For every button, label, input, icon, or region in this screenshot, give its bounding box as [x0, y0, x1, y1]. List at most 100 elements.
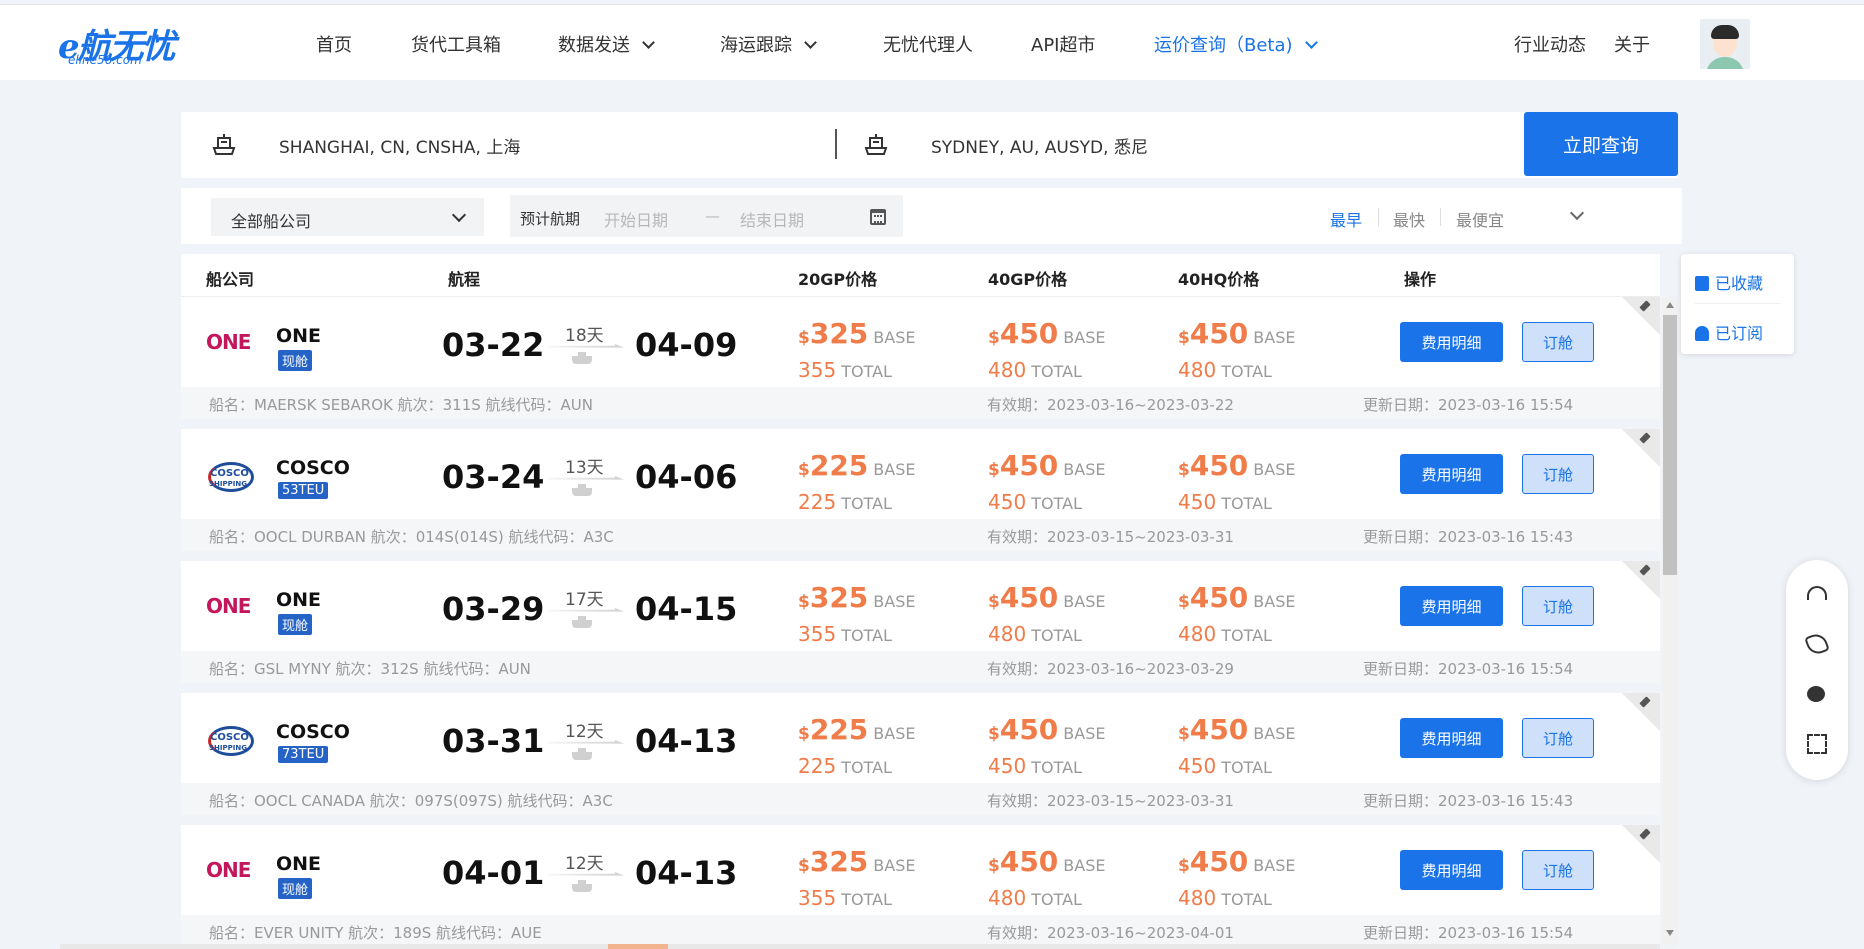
nav-api-market[interactable]: API超市 [1031, 31, 1095, 57]
headset-icon[interactable] [1807, 586, 1827, 600]
cosco-logo: COSCO SHIPPING [206, 462, 256, 496]
nav-ocean-tracking[interactable]: 海运跟踪 [720, 31, 817, 57]
arrival-date: 04-13 [635, 722, 738, 760]
chevron-down-icon [451, 207, 467, 223]
carrier-name: COSCO [276, 721, 350, 743]
subscribed-link[interactable]: 已订阅 [1695, 320, 1763, 344]
search-divider [835, 129, 837, 159]
nav-data-send-label: 数据发送 [558, 35, 630, 56]
price-40gp-base: $450 BASE [988, 845, 1106, 878]
nav-home[interactable]: 首页 [316, 31, 352, 57]
search-button[interactable]: 立即查询 [1524, 112, 1678, 176]
price-20gp-base: $225 BASE [798, 713, 916, 746]
nav-ocean-tracking-label: 海运跟踪 [720, 35, 792, 56]
row-info-bar: 船名：MAERSK SEBAROK 航次：311S 航线代码：AUN 有效期：2… [181, 387, 1660, 419]
transit-days: 13天 [565, 458, 604, 478]
fee-detail-button[interactable]: 费用明细 [1400, 850, 1503, 890]
bell-icon [1695, 326, 1709, 341]
scrollbar-thumb[interactable] [1663, 315, 1677, 575]
carrier-badge: 现舱 [278, 614, 313, 635]
price-40hq-total: 480 TOTAL [1178, 886, 1272, 910]
scroll-down-icon[interactable] [1666, 930, 1674, 936]
fee-detail-button[interactable]: 费用明细 [1400, 322, 1503, 362]
updated-info: 更新日期：2023-03-16 15:54 [1363, 660, 1574, 678]
calendar-icon[interactable] [870, 209, 886, 225]
qr-code-icon[interactable] [1807, 734, 1827, 754]
pin-corner[interactable] [1622, 825, 1660, 863]
one-logo: ONE [206, 858, 251, 882]
fee-detail-button[interactable]: 费用明细 [1400, 454, 1503, 494]
price-40gp-base: $450 BASE [988, 449, 1106, 482]
horizontal-scrollbar[interactable] [60, 944, 1660, 949]
route-search-bar: SHANGHAI, CN, CNSHA, 上海 SYDNEY, AU, AUSY… [181, 112, 1678, 178]
end-date-input[interactable]: 结束日期 [740, 207, 804, 231]
wechat-icon[interactable] [1807, 686, 1825, 702]
row-info-bar: 船名：OOCL CANADA 航次：097S(097S) 航线代码：A3C 有效… [181, 783, 1660, 815]
pin-corner[interactable] [1622, 429, 1660, 467]
book-button[interactable]: 订舱 [1522, 850, 1594, 890]
book-button[interactable]: 订舱 [1522, 586, 1594, 626]
table-row: COSCO SHIPPING COSCO 53TEU 03-24 13天 04-0… [181, 429, 1660, 561]
updated-info: 更新日期：2023-03-16 15:43 [1363, 792, 1574, 810]
nav-agent[interactable]: 无忧代理人 [883, 31, 973, 57]
ship-icon [572, 352, 592, 364]
saved-link[interactable]: 已收藏 [1695, 270, 1763, 294]
pin-corner[interactable] [1622, 561, 1660, 599]
transit-days: 12天 [565, 722, 604, 742]
horizontal-scrollbar-thumb[interactable] [608, 944, 668, 949]
book-button[interactable]: 订舱 [1522, 454, 1594, 494]
price-40hq-total: 450 TOTAL [1178, 754, 1272, 778]
col-header-20gp: 20GP价格 [798, 270, 878, 289]
price-40hq-base: $450 BASE [1178, 713, 1296, 746]
fee-detail-button[interactable]: 费用明细 [1400, 718, 1503, 758]
user-avatar[interactable] [1700, 19, 1750, 69]
price-20gp-total: 355 TOTAL [798, 358, 892, 382]
date-range-label: 预计航期 [520, 210, 581, 228]
fee-detail-button[interactable]: 费用明细 [1400, 586, 1503, 626]
sort-cheapest[interactable]: 最便宜 [1456, 207, 1504, 231]
validity-info: 有效期：2023-03-15~2023-03-31 [987, 528, 1234, 546]
nav-industry-news[interactable]: 行业动态 [1514, 31, 1586, 57]
book-button[interactable]: 订舱 [1522, 718, 1594, 758]
price-40hq-total: 450 TOTAL [1178, 490, 1272, 514]
price-40hq-total: 480 TOTAL [1178, 622, 1272, 646]
row-separator [181, 551, 1660, 561]
arrival-date: 04-13 [635, 854, 738, 892]
validity-info: 有效期：2023-03-16~2023-03-22 [987, 396, 1234, 414]
date-range-picker[interactable]: 预计航期 开始日期 — 结束日期 [510, 195, 903, 237]
departure-date: 03-22 [442, 326, 545, 364]
chevron-down-icon[interactable] [1569, 205, 1585, 221]
updated-info: 更新日期：2023-03-16 15:54 [1363, 396, 1574, 414]
nav-data-send[interactable]: 数据发送 [558, 31, 655, 57]
sort-earliest[interactable]: 最早 [1330, 207, 1362, 231]
pin-corner[interactable] [1622, 693, 1660, 731]
price-20gp-total: 355 TOTAL [798, 886, 892, 910]
logo-sub-text: eline56.com [68, 53, 142, 67]
col-header-action: 操作 [1404, 270, 1437, 289]
site-logo[interactable]: e航无忧 eline56.com [58, 19, 186, 69]
book-button[interactable]: 订舱 [1522, 322, 1594, 362]
price-20gp-base: $325 BASE [798, 317, 916, 350]
validity-info: 有效期：2023-03-16~2023-04-01 [987, 924, 1234, 942]
results-table: 船公司 航程 20GP价格 40GP价格 40HQ价格 操作 ONE ONE 现… [181, 254, 1660, 949]
sort-separator [1378, 208, 1379, 226]
price-20gp-base: $225 BASE [798, 449, 916, 482]
filter-bar: 全部船公司 预计航期 开始日期 — 结束日期 最早 最快 最便宜 [181, 188, 1682, 244]
nav-about[interactable]: 关于 [1614, 31, 1650, 57]
price-40hq-base: $450 BASE [1178, 581, 1296, 614]
scroll-up-icon[interactable] [1666, 302, 1674, 308]
price-20gp-base: $325 BASE [798, 581, 916, 614]
origin-port-input[interactable]: SHANGHAI, CN, CNSHA, 上海 [279, 133, 520, 158]
nav-toolbox[interactable]: 货代工具箱 [411, 31, 501, 57]
saved-label: 已收藏 [1715, 274, 1764, 293]
destination-port-input[interactable]: SYDNEY, AU, AUSYD, 悉尼 [931, 133, 1148, 158]
price-40hq-base: $450 BASE [1178, 449, 1296, 482]
nav-freight-rate[interactable]: 运价查询（Beta) [1154, 31, 1318, 57]
phone-icon[interactable] [1804, 631, 1830, 657]
sort-fastest[interactable]: 最快 [1393, 207, 1425, 231]
sort-separator [1440, 208, 1441, 226]
arrival-date: 04-15 [635, 590, 738, 628]
start-date-input[interactable]: 开始日期 [604, 207, 668, 231]
pin-corner[interactable] [1622, 297, 1660, 335]
carrier-select[interactable]: 全部船公司 [211, 198, 484, 236]
